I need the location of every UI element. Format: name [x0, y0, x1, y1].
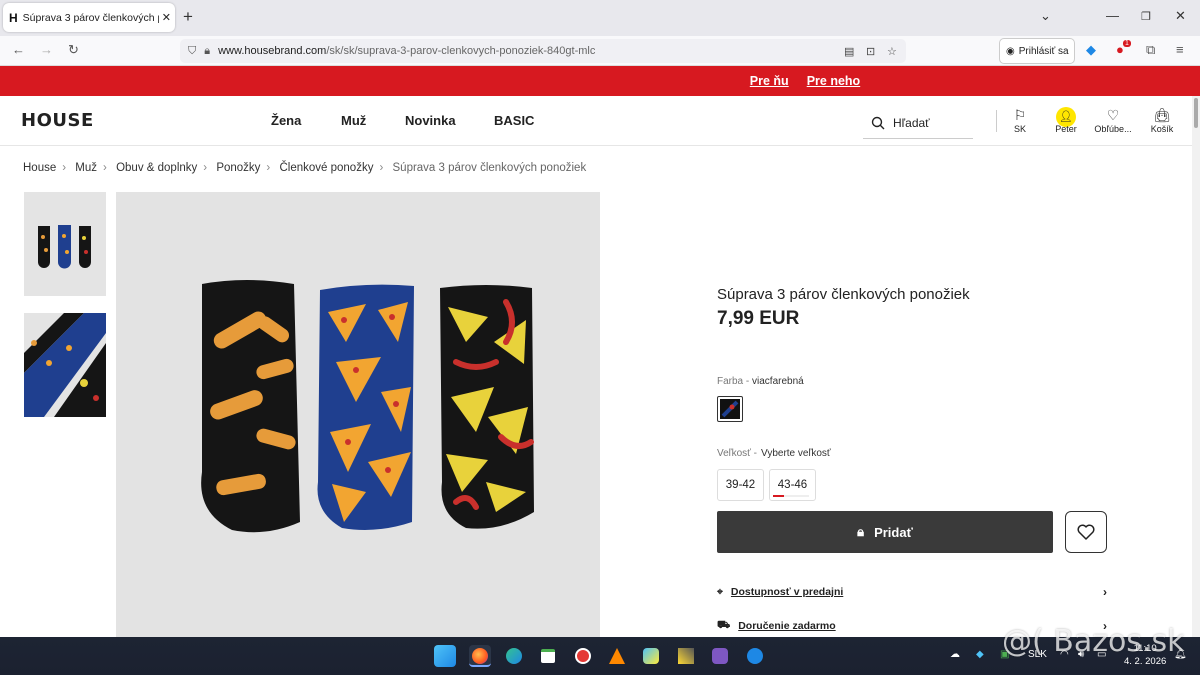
country-label: SK	[1013, 124, 1026, 134]
extension-bird-icon[interactable]: ◆	[1086, 42, 1096, 58]
tray-shield-icon[interactable]: ◆	[976, 649, 984, 660]
restore-button[interactable]: ❐	[1141, 10, 1151, 23]
promo-link-for-him[interactable]: Pre neho	[807, 74, 861, 88]
breadcrumb-item[interactable]: Muž	[75, 162, 97, 174]
chevron-right-icon: ›	[1103, 585, 1107, 599]
account-icon: ◉	[1006, 45, 1015, 57]
forward-arrow-icon[interactable]: →	[40, 42, 53, 57]
size-value: Vyberte veľkosť	[761, 448, 831, 459]
bag-icon: 👜︎	[1153, 107, 1171, 123]
bag-icon: 🔒︎	[857, 524, 865, 539]
browser-nav-bar: ← → ↻ ⛉ 🔒︎ www.housebrand.com/sk/sk/supr…	[0, 36, 1200, 66]
signin-label: Prihlásiť sa	[1018, 45, 1069, 57]
browser-tab[interactable]: H Súprava 3 párov členkových po… ✕	[3, 3, 175, 32]
mail-icon[interactable]	[744, 645, 766, 667]
breadcrumb-item[interactable]: House	[23, 162, 56, 174]
reload-icon[interactable]: ↻	[68, 42, 79, 58]
app-bird-icon[interactable]	[640, 645, 662, 667]
back-arrow-icon[interactable]: ←	[12, 42, 25, 57]
breadcrumb-item[interactable]: Členkové ponožky	[279, 162, 373, 174]
flag-icon: ⚐	[1013, 107, 1027, 123]
country-selector[interactable]: ⚐ SK	[995, 106, 1045, 134]
breadcrumb-current: Súprava 3 párov členkových ponožiek	[392, 162, 587, 174]
nav-item-novinka[interactable]: Novinka	[405, 113, 456, 128]
add-to-cart-label: Pridať	[874, 524, 913, 540]
account-button[interactable]: 👤︎ Peter	[1041, 106, 1091, 134]
breadcrumb: House › Muž › Obuv & doplnky › Ponožky › Čle…	[23, 162, 587, 174]
cart-label: Košík	[1150, 124, 1174, 134]
color-swatch[interactable]	[717, 396, 743, 422]
firefox-icon[interactable]	[469, 645, 491, 667]
new-tab-button[interactable]: +	[183, 7, 193, 27]
product-main-image[interactable]	[116, 192, 600, 637]
heart-icon: ♡	[1106, 107, 1120, 123]
store-icon[interactable]	[537, 645, 559, 667]
close-tab-icon[interactable]: ✕	[162, 11, 171, 24]
close-window-button[interactable]: ✕	[1175, 8, 1186, 24]
product-thumbnail-1[interactable]	[24, 192, 106, 296]
app-purple-icon[interactable]	[709, 645, 731, 667]
url-path: /sk/sk/suprava-3-parov-clenkovych-ponozi…	[326, 45, 596, 57]
site-header: HOUSE Žena Muž Novinka BASIC Hľadať ⚐ SK…	[0, 96, 1200, 146]
lock-icon[interactable]: 🔒︎	[204, 45, 210, 58]
browser-tab-bar: H Súprava 3 párov členkových po… ✕ + ⌄ —…	[0, 0, 1200, 36]
size-option-43-46[interactable]: 43-46	[769, 469, 816, 501]
color-value: viacfarebná	[752, 376, 804, 387]
tab-title: Súprava 3 párov členkových po…	[22, 11, 159, 24]
vlc-icon[interactable]	[606, 645, 628, 667]
location-pin-icon: ⌖	[717, 585, 723, 598]
color-label: Farba - viacfarebná	[717, 376, 804, 387]
page-scrollbar[interactable]	[1192, 96, 1200, 637]
minimize-button[interactable]: —	[1106, 8, 1119, 23]
promo-bar: Pre ňu Pre neho	[0, 66, 1200, 96]
store-availability-link[interactable]: ⌖ Dostupnosť v predajni ›	[717, 582, 1107, 602]
reader-view-icon[interactable]: ▤	[844, 45, 854, 58]
search-icon	[871, 116, 885, 129]
wishlist-button[interactable]	[1065, 511, 1107, 553]
extensions-puzzle-icon[interactable]: ⧉	[1146, 42, 1155, 58]
heart-icon	[1077, 524, 1095, 540]
favorites-label: Obľúbe...	[1094, 124, 1132, 134]
site-favicon-icon: H	[9, 10, 18, 25]
shield-icon[interactable]: ⛉	[188, 45, 196, 58]
product-thumbnail-2[interactable]	[24, 313, 106, 417]
account-label: Peter	[1055, 124, 1077, 134]
breadcrumb-item[interactable]: Ponožky	[216, 162, 260, 174]
store-availability-label: Dostupnosť v predajni	[730, 586, 844, 598]
app-pen-icon[interactable]	[675, 645, 697, 667]
favorites-button[interactable]: ♡ Obľúbe...	[1088, 106, 1138, 134]
extension-badge: 1	[1123, 40, 1131, 47]
product-title: Súprava 3 párov členkových ponožiek	[717, 286, 970, 303]
tab-list-chevron-icon[interactable]: ⌄	[1040, 8, 1051, 24]
url-domain: www.housebrand.com	[218, 45, 327, 57]
nav-item-muz[interactable]: Muž	[341, 113, 366, 128]
signin-button[interactable]: ◉ Prihlásiť sa	[999, 38, 1075, 64]
truck-icon: ⛟	[717, 619, 731, 631]
breadcrumb-item[interactable]: Obuv & doplnky	[116, 162, 197, 174]
product-price: 7,99 EUR	[717, 308, 800, 329]
bazos-watermark: @( Bazos.sk	[1002, 624, 1185, 659]
cart-button[interactable]: 👜︎ Košík	[1137, 106, 1187, 134]
free-delivery-label: Doručenie zadarmo	[738, 620, 836, 632]
search-field[interactable]: Hľadať	[863, 107, 973, 139]
nav-item-zena[interactable]: Žena	[271, 113, 301, 128]
search-placeholder: Hľadať	[893, 115, 930, 130]
menu-hamburger-icon[interactable]: ≡	[1176, 42, 1184, 57]
size-option-39-42[interactable]: 39-42	[717, 469, 764, 501]
windows-start-icon[interactable]	[434, 645, 456, 667]
nav-item-basic[interactable]: BASIC	[494, 113, 534, 128]
pocket-icon[interactable]: ⊡	[866, 45, 875, 58]
app-red-icon[interactable]	[572, 645, 594, 667]
site-logo[interactable]: HOUSE	[21, 110, 94, 131]
bookmark-star-icon[interactable]: ☆	[887, 45, 897, 58]
add-to-cart-button[interactable]: 🔒︎ Pridať	[717, 511, 1053, 553]
edge-icon[interactable]	[503, 645, 525, 667]
size-label: Veľkosť - Vyberte veľkosť	[717, 448, 831, 459]
tray-cloud-icon[interactable]: ☁	[950, 649, 960, 660]
promo-link-for-her[interactable]: Pre ňu	[750, 74, 789, 88]
address-bar[interactable]: ⛉ 🔒︎ www.housebrand.com/sk/sk/suprava-3-…	[180, 39, 906, 63]
